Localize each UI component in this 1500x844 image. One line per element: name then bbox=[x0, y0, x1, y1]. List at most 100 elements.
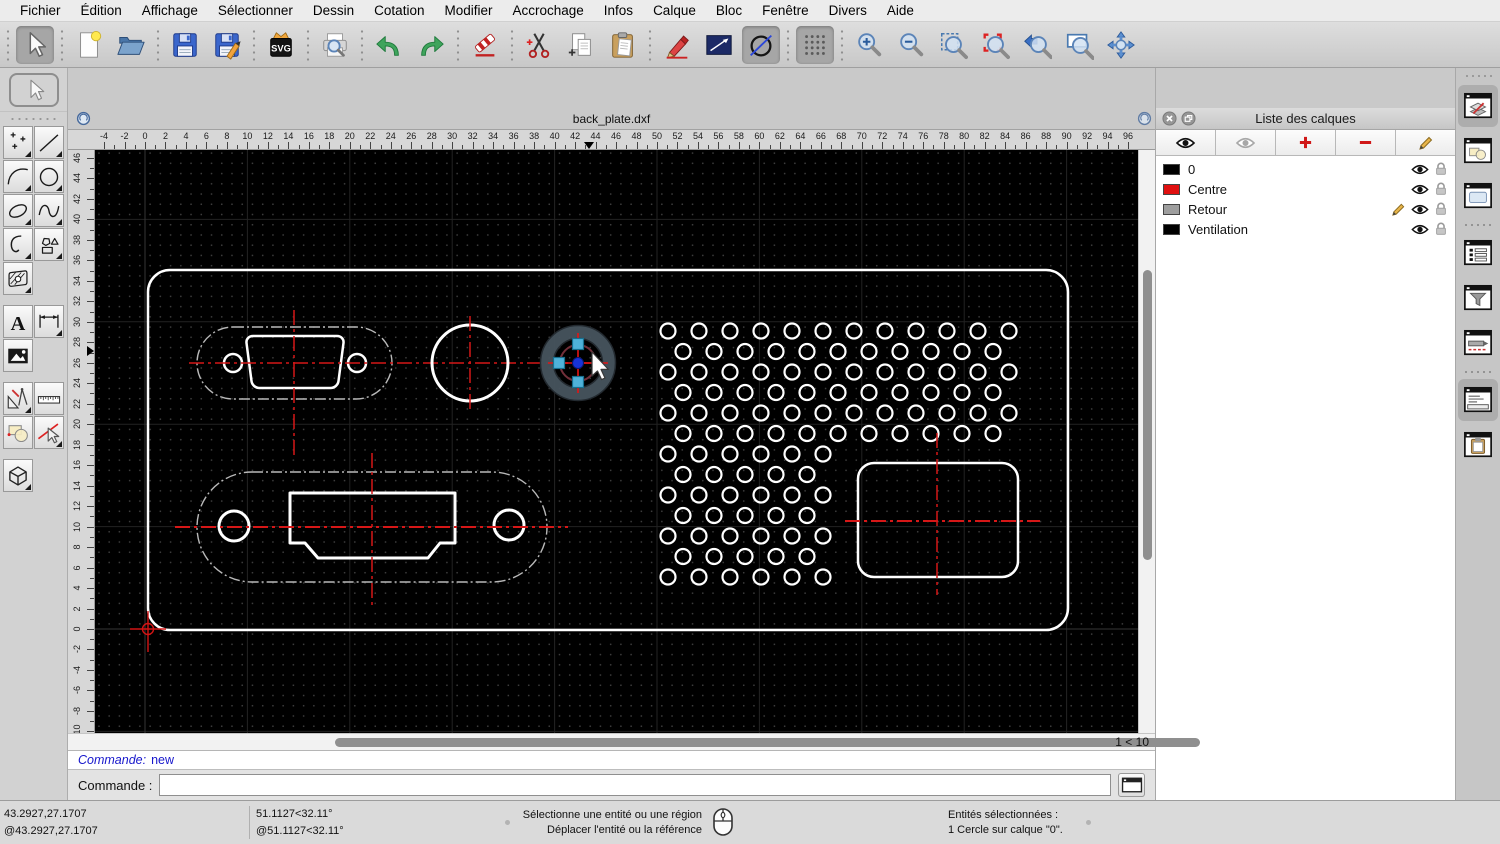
drawing-canvas[interactable] bbox=[95, 150, 1138, 733]
menu-cotation[interactable]: Cotation bbox=[364, 3, 434, 18]
layer-name[interactable]: Centre bbox=[1188, 182, 1411, 197]
layer-name[interactable]: Ventilation bbox=[1188, 222, 1411, 237]
menu-fenetre[interactable]: Fenêtre bbox=[752, 3, 819, 18]
layer-lock-icon[interactable] bbox=[1434, 182, 1448, 196]
selection-pointer-button[interactable] bbox=[16, 25, 54, 64]
text-tool-button[interactable] bbox=[3, 305, 33, 338]
horizontal-scrollbar[interactable]: 1 < 10 bbox=[68, 733, 1200, 750]
save-document-as-button[interactable] bbox=[208, 26, 246, 64]
vertical-scrollbar[interactable] bbox=[1138, 150, 1155, 733]
print-preview-button[interactable] bbox=[316, 26, 354, 64]
arcs-tool-button[interactable] bbox=[3, 160, 33, 193]
layer-color-swatch[interactable] bbox=[1163, 163, 1180, 175]
pen-palette-panel-button[interactable] bbox=[1458, 322, 1498, 364]
command-line-panel-button[interactable] bbox=[1458, 379, 1498, 421]
ellipses-tool-button[interactable] bbox=[3, 194, 33, 227]
redo-button[interactable] bbox=[412, 26, 450, 64]
layer-row-ventilation[interactable]: Ventilation bbox=[1156, 219, 1455, 239]
command-window-button[interactable] bbox=[1118, 773, 1145, 797]
layer-color-swatch[interactable] bbox=[1163, 203, 1180, 215]
copy-button[interactable] bbox=[562, 26, 600, 64]
menu-dessin[interactable]: Dessin bbox=[303, 3, 364, 18]
hide-all-layers-button[interactable] bbox=[1216, 130, 1276, 155]
paste-button[interactable] bbox=[604, 26, 642, 64]
open-document-button[interactable] bbox=[112, 26, 150, 64]
zoom-selected-button[interactable] bbox=[976, 26, 1014, 64]
menu-bloc[interactable]: Bloc bbox=[706, 3, 752, 18]
layer-lock-icon[interactable] bbox=[1434, 202, 1448, 216]
edit-layer-button[interactable] bbox=[1396, 130, 1455, 155]
splines-tool-button[interactable] bbox=[34, 194, 64, 227]
dimensions-tool-button[interactable] bbox=[34, 305, 64, 338]
remove-layer-button[interactable] bbox=[1336, 130, 1396, 155]
zoom-in-button[interactable] bbox=[850, 26, 888, 64]
draft-mode-button[interactable] bbox=[742, 25, 780, 64]
save-document-button[interactable] bbox=[166, 26, 204, 64]
layer-lock-icon[interactable] bbox=[1434, 162, 1448, 176]
select-tool-button[interactable] bbox=[8, 72, 59, 107]
polygons-tool-button[interactable] bbox=[34, 228, 64, 261]
image-tool-button[interactable] bbox=[3, 339, 33, 372]
layer-list-panel-button[interactable] bbox=[1458, 85, 1498, 127]
line-attributes-button[interactable] bbox=[700, 26, 738, 64]
menu-calque[interactable]: Calque bbox=[643, 3, 706, 18]
modify-tool-button[interactable] bbox=[3, 382, 33, 415]
menu-selectionner[interactable]: Sélectionner bbox=[208, 3, 303, 18]
menu-affichage[interactable]: Affichage bbox=[132, 3, 208, 18]
menu-edition[interactable]: Édition bbox=[71, 3, 132, 18]
panel-close-button[interactable] bbox=[1162, 111, 1177, 126]
layer-row-centre[interactable]: Centre bbox=[1156, 179, 1455, 199]
entity-list-panel-button[interactable] bbox=[1458, 232, 1498, 274]
zoom-out-button[interactable] bbox=[892, 26, 930, 64]
layer-color-swatch[interactable] bbox=[1163, 223, 1180, 235]
layer-visibility-icon[interactable] bbox=[1411, 223, 1429, 236]
layer-color-swatch[interactable] bbox=[1163, 183, 1180, 195]
menu-accrochage[interactable]: Accrochage bbox=[502, 3, 593, 18]
block-list-panel-button[interactable] bbox=[1458, 130, 1498, 172]
layer-visibility-icon[interactable] bbox=[1411, 163, 1429, 176]
select-entities-tool-button[interactable] bbox=[34, 416, 64, 449]
document-title[interactable]: back_plate.dxf bbox=[573, 112, 650, 126]
hatch-tool-button[interactable] bbox=[3, 262, 33, 295]
vertical-scrollbar-thumb[interactable] bbox=[1142, 270, 1152, 560]
library-browser-panel-button[interactable] bbox=[1458, 175, 1498, 217]
panel-detach-button[interactable] bbox=[1181, 111, 1196, 126]
cut-button[interactable] bbox=[520, 26, 558, 64]
layer-visibility-icon[interactable] bbox=[1411, 183, 1429, 196]
layer-row-0[interactable]: 0 bbox=[1156, 159, 1455, 179]
command-input[interactable] bbox=[159, 774, 1111, 796]
layer-name[interactable]: Retour bbox=[1188, 202, 1391, 217]
menu-modifier[interactable]: Modifier bbox=[434, 3, 502, 18]
points-tool-button[interactable] bbox=[3, 126, 33, 159]
zoom-pan-button[interactable] bbox=[1102, 26, 1140, 64]
edit-attributes-button[interactable] bbox=[658, 26, 696, 64]
delete-entities-button[interactable] bbox=[466, 26, 504, 64]
lines-tool-button[interactable] bbox=[34, 126, 64, 159]
menu-divers[interactable]: Divers bbox=[819, 3, 877, 18]
layer-lock-icon[interactable] bbox=[1434, 222, 1448, 236]
zoom-previous-button[interactable] bbox=[1018, 26, 1056, 64]
menu-aide[interactable]: Aide bbox=[877, 3, 924, 18]
export-svg-button[interactable] bbox=[262, 26, 300, 64]
layer-visibility-icon[interactable] bbox=[1411, 203, 1429, 216]
zoom-auto-button[interactable] bbox=[934, 26, 972, 64]
strip-drag-handle[interactable] bbox=[1464, 73, 1492, 81]
menu-fichier[interactable]: Fichier bbox=[10, 3, 71, 18]
grid-toggle-button[interactable] bbox=[796, 25, 834, 64]
layer-row-retour[interactable]: Retour bbox=[1156, 199, 1455, 219]
selection-filter-panel-button[interactable] bbox=[1458, 277, 1498, 319]
add-layer-button[interactable] bbox=[1276, 130, 1336, 155]
layer-name[interactable]: 0 bbox=[1188, 162, 1411, 177]
polylines-tool-button[interactable] bbox=[3, 228, 33, 261]
show-all-layers-button[interactable] bbox=[1156, 130, 1216, 155]
new-document-button[interactable] bbox=[70, 26, 108, 64]
blocks-tool-button[interactable] bbox=[3, 416, 33, 449]
undo-button[interactable] bbox=[370, 26, 408, 64]
circles-tool-button[interactable] bbox=[34, 160, 64, 193]
horizontal-scrollbar-thumb[interactable] bbox=[335, 737, 1200, 747]
3d-tools-tool-button[interactable] bbox=[3, 459, 33, 492]
menu-infos[interactable]: Infos bbox=[594, 3, 643, 18]
zoom-window-button[interactable] bbox=[1060, 26, 1098, 64]
clipboard-panel-button[interactable] bbox=[1458, 424, 1498, 466]
palette-drag-handle[interactable] bbox=[8, 115, 59, 123]
